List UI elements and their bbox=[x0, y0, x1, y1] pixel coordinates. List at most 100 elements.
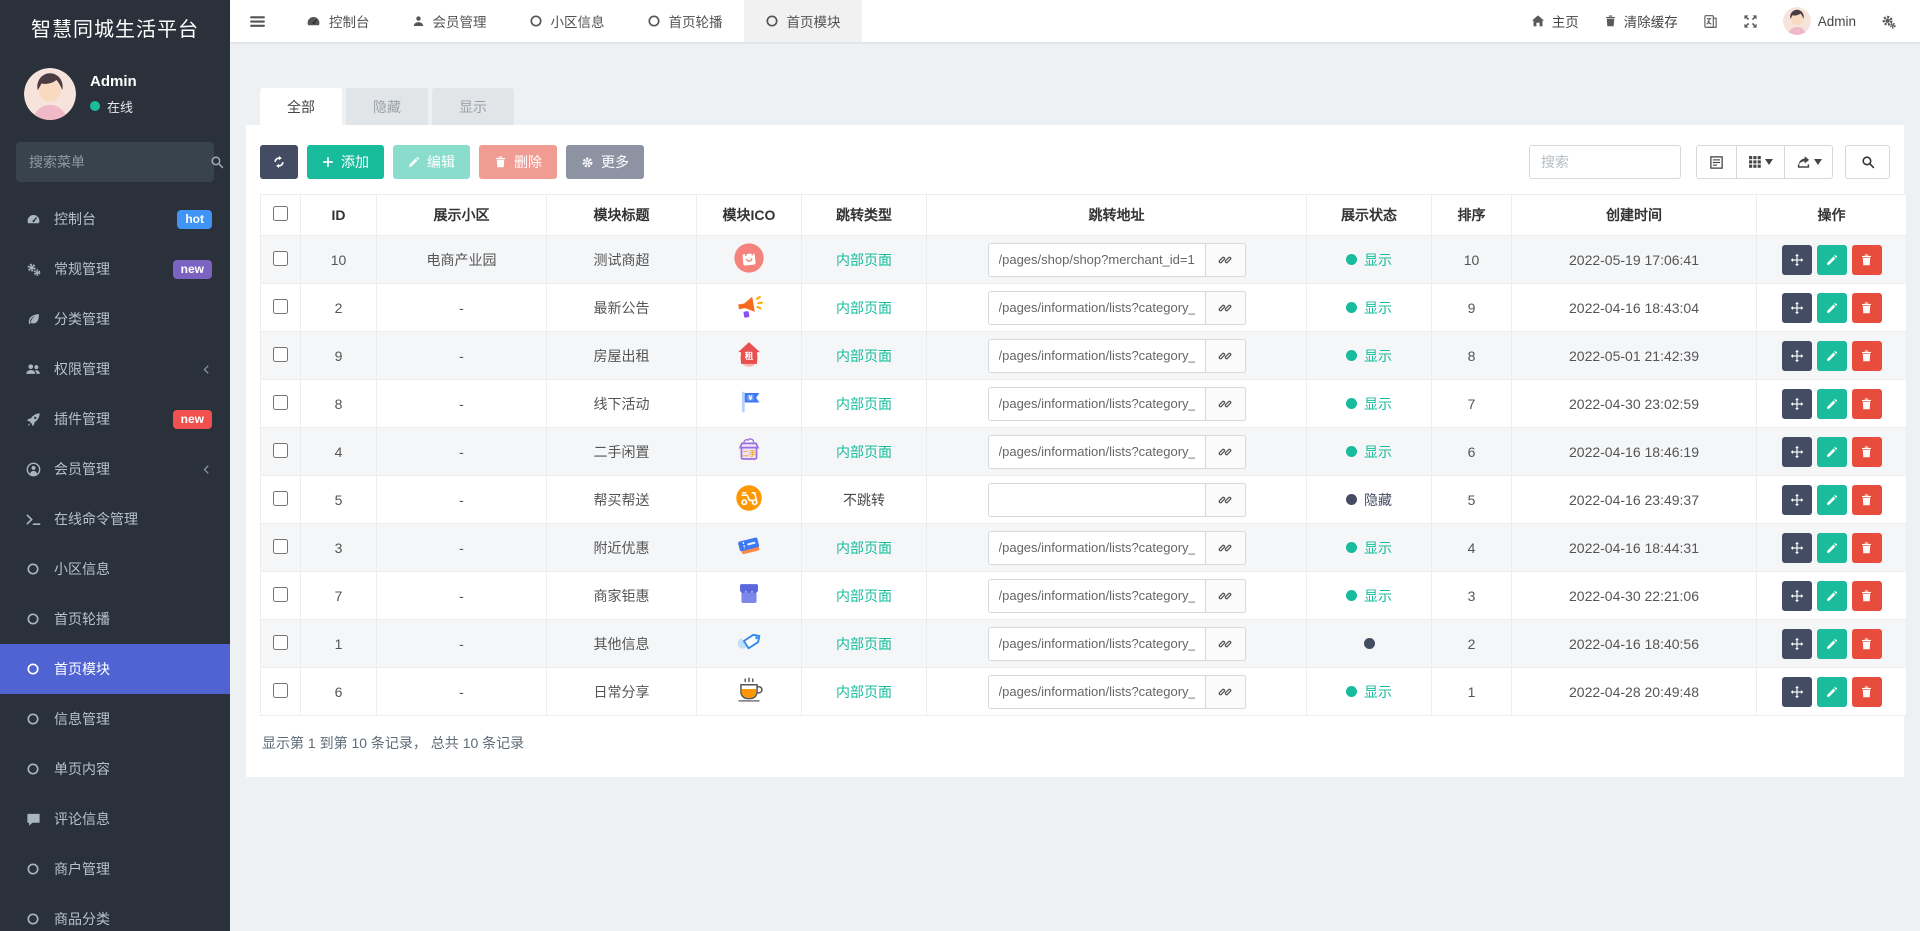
filter-tab-all[interactable]: 全部 bbox=[260, 88, 342, 125]
home-link[interactable]: 主页 bbox=[1531, 11, 1579, 31]
row-checkbox[interactable] bbox=[273, 490, 288, 506]
delete-row-button[interactable] bbox=[1851, 532, 1882, 563]
link-icon-button[interactable] bbox=[1205, 530, 1246, 565]
refresh-button[interactable] bbox=[260, 145, 298, 179]
delete-row-button[interactable] bbox=[1851, 292, 1882, 323]
sidebar-item-auth[interactable]: 权限管理 bbox=[0, 344, 230, 394]
link-icon-button[interactable] bbox=[1205, 338, 1246, 373]
sidebar-item-command[interactable]: 在线命令管理 bbox=[0, 494, 230, 544]
edit-row-button[interactable] bbox=[1816, 244, 1847, 275]
export-button[interactable] bbox=[1785, 145, 1833, 179]
edit-button[interactable]: 编辑 bbox=[393, 145, 470, 179]
move-row-button[interactable] bbox=[1781, 244, 1812, 275]
menu-toggle-icon[interactable] bbox=[230, 0, 285, 42]
delete-button[interactable]: 删除 bbox=[479, 145, 557, 179]
sidebar-search-input[interactable] bbox=[29, 154, 210, 170]
jump-url-input[interactable] bbox=[987, 386, 1206, 421]
move-row-button[interactable] bbox=[1781, 340, 1812, 371]
tab-home-module[interactable]: 首页模块 bbox=[743, 0, 862, 42]
link-icon-button[interactable] bbox=[1205, 626, 1246, 661]
move-row-button[interactable] bbox=[1781, 580, 1812, 611]
link-icon-button[interactable] bbox=[1205, 434, 1246, 469]
delete-row-button[interactable] bbox=[1851, 244, 1882, 275]
sidebar-item-home-module[interactable]: 首页模块 bbox=[0, 644, 230, 694]
edit-row-button[interactable] bbox=[1816, 628, 1847, 659]
row-checkbox[interactable] bbox=[273, 394, 288, 410]
jump-url-input[interactable] bbox=[987, 434, 1206, 469]
edit-row-button[interactable] bbox=[1816, 532, 1847, 563]
user-menu[interactable]: Admin bbox=[1782, 7, 1856, 35]
delete-row-button[interactable] bbox=[1851, 580, 1882, 611]
move-row-button[interactable] bbox=[1781, 292, 1812, 323]
delete-row-button[interactable] bbox=[1851, 340, 1882, 371]
sidebar-item-goods-category[interactable]: 商品分类 bbox=[0, 894, 230, 931]
filter-tab-visible[interactable]: 显示 bbox=[432, 88, 514, 125]
jump-url-input[interactable] bbox=[987, 482, 1206, 517]
delete-row-button[interactable] bbox=[1851, 628, 1882, 659]
jump-url-input[interactable] bbox=[987, 578, 1206, 613]
jump-url-input[interactable] bbox=[987, 338, 1206, 373]
row-checkbox[interactable] bbox=[273, 298, 288, 314]
row-checkbox[interactable] bbox=[273, 346, 288, 362]
row-checkbox[interactable] bbox=[273, 634, 288, 650]
sidebar-item-comment[interactable]: 评论信息 bbox=[0, 794, 230, 844]
fullscreen-button[interactable] bbox=[1743, 14, 1758, 29]
sidebar-item-general[interactable]: 常规管理 new bbox=[0, 244, 230, 294]
link-icon-button[interactable] bbox=[1205, 242, 1246, 277]
paging-toggle-button[interactable] bbox=[1696, 145, 1737, 179]
sidebar-item-banner[interactable]: 首页轮播 bbox=[0, 594, 230, 644]
delete-row-button[interactable] bbox=[1851, 484, 1882, 515]
edit-row-button[interactable] bbox=[1816, 676, 1847, 707]
move-row-button[interactable] bbox=[1781, 484, 1812, 515]
edit-row-button[interactable] bbox=[1816, 436, 1847, 467]
table-search-input[interactable] bbox=[1529, 145, 1681, 179]
tab-dashboard[interactable]: 控制台 bbox=[285, 0, 391, 42]
link-icon-button[interactable] bbox=[1205, 578, 1246, 613]
sidebar-item-category[interactable]: 分类管理 bbox=[0, 294, 230, 344]
row-checkbox[interactable] bbox=[273, 250, 288, 266]
sidebar-item-dashboard[interactable]: 控制台 hot bbox=[0, 194, 230, 244]
row-checkbox[interactable] bbox=[273, 538, 288, 554]
move-row-button[interactable] bbox=[1781, 436, 1812, 467]
tab-banner[interactable]: 首页轮播 bbox=[626, 0, 744, 42]
edit-row-button[interactable] bbox=[1816, 388, 1847, 419]
more-button[interactable]: 更多 bbox=[566, 145, 644, 179]
search-submit-button[interactable] bbox=[1845, 145, 1890, 179]
settings-button[interactable] bbox=[1881, 14, 1896, 29]
sidebar-item-addon[interactable]: 插件管理 new bbox=[0, 394, 230, 444]
row-checkbox[interactable] bbox=[273, 442, 288, 458]
filter-tab-hidden[interactable]: 隐藏 bbox=[346, 88, 428, 125]
link-icon-button[interactable] bbox=[1205, 482, 1246, 517]
jump-url-input[interactable] bbox=[987, 626, 1206, 661]
link-icon-button[interactable] bbox=[1205, 290, 1246, 325]
sidebar-item-member[interactable]: 会员管理 bbox=[0, 444, 230, 494]
edit-row-button[interactable] bbox=[1816, 580, 1847, 611]
link-icon-button[interactable] bbox=[1205, 674, 1246, 709]
move-row-button[interactable] bbox=[1781, 532, 1812, 563]
delete-row-button[interactable] bbox=[1851, 436, 1882, 467]
sidebar-item-community[interactable]: 小区信息 bbox=[0, 544, 230, 594]
row-checkbox[interactable] bbox=[273, 682, 288, 698]
move-row-button[interactable] bbox=[1781, 676, 1812, 707]
move-row-button[interactable] bbox=[1781, 388, 1812, 419]
columns-button[interactable] bbox=[1737, 145, 1785, 179]
tab-member[interactable]: 会员管理 bbox=[391, 0, 508, 42]
edit-row-button[interactable] bbox=[1816, 340, 1847, 371]
tab-community[interactable]: 小区信息 bbox=[508, 0, 626, 42]
jump-url-input[interactable] bbox=[987, 290, 1206, 325]
language-button[interactable] bbox=[1703, 14, 1718, 29]
move-row-button[interactable] bbox=[1781, 628, 1812, 659]
row-checkbox[interactable] bbox=[273, 586, 288, 602]
link-icon-button[interactable] bbox=[1205, 386, 1246, 421]
jump-url-input[interactable] bbox=[987, 242, 1206, 277]
jump-url-input[interactable] bbox=[987, 674, 1206, 709]
edit-row-button[interactable] bbox=[1816, 292, 1847, 323]
sidebar-item-merchant[interactable]: 商户管理 bbox=[0, 844, 230, 894]
select-all-checkbox[interactable] bbox=[273, 206, 288, 221]
sidebar-item-information[interactable]: 信息管理 bbox=[0, 694, 230, 744]
sidebar-item-page[interactable]: 单页内容 bbox=[0, 744, 230, 794]
edit-row-button[interactable] bbox=[1816, 484, 1847, 515]
add-button[interactable]: 添加 bbox=[307, 145, 384, 179]
delete-row-button[interactable] bbox=[1851, 388, 1882, 419]
delete-row-button[interactable] bbox=[1851, 676, 1882, 707]
